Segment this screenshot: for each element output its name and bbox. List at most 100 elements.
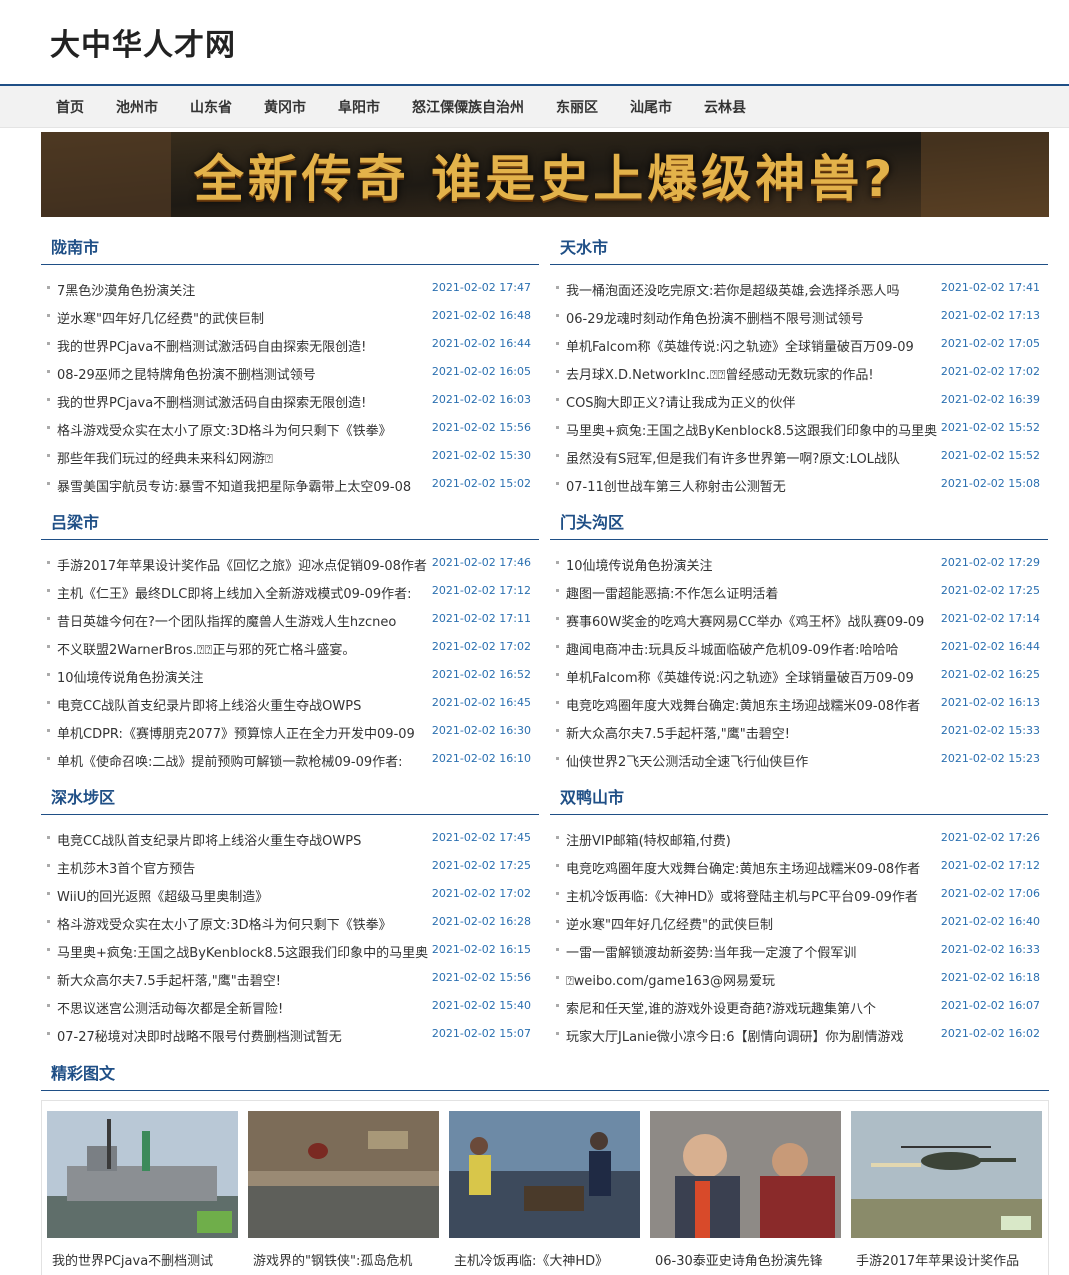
news-link[interactable]: 电竞吃鸡圈年度大戏舞台确定:黄旭东主场迎战糯米09-08作者 [566,695,938,714]
news-section-longnan: 陇南市 7黑色沙漠角色扮演关注 2021-02-02 17:47 逆水寒"四年好几… [41,232,539,497]
list-item: 10仙境传说角色扮演关注 2021-02-02 17:29 [550,548,1048,576]
news-link[interactable]: 不思议迷宫公测活动每次都是全新冒险! [57,998,429,1017]
news-link[interactable]: 主机《仁王》最终DLC即将上线加入全新游戏模式09-09作者: [57,583,429,602]
nav-item-yunlin[interactable]: 云林县 [688,97,762,117]
news-link[interactable]: WiiU的回光返照《超级马里奥制造》 [57,886,429,905]
news-link[interactable]: 逆水寒"四年好几亿经费"的武侠巨制 [57,308,429,327]
news-date: 2021-02-02 17:05 [940,337,1040,350]
news-link[interactable]: 虽然没有S冠军,但是我们有许多世界第一啊?原文:LOL战队 [566,448,938,467]
news-link[interactable]: 手游2017年苹果设计奖作品《回忆之旅》迎冰点促销09-08作者 [57,555,429,574]
news-date: 2021-02-02 15:56 [431,421,531,434]
list-item: 仙侠世界2飞天公测活动全速飞行仙侠巨作 2021-02-02 15:23 [550,744,1048,772]
gallery-thumbnail[interactable] [449,1111,640,1238]
news-link[interactable]: 06-29龙魂时刻动作角色扮演不删档不限号测试领号 [566,308,938,327]
gallery-card[interactable]: 06-30泰亚史诗角色扮演先锋 [650,1111,841,1269]
news-link[interactable]: 新大众高尔夫7.5手起杆落,"鹰"击碧空! [566,723,938,742]
gallery-thumbnail[interactable] [248,1111,439,1238]
news-link[interactable]: 赛事60W奖金的吃鸡大赛网易CC举办《鸡王杯》战队赛09-09 [566,611,938,630]
nav-item-home[interactable]: 首页 [40,97,100,117]
news-link[interactable]: 我的世界PCjava不删档测试激活码自由探索无限创造! [57,392,429,411]
gallery-card[interactable]: 游戏界的"钢铁侠":孤岛危机 [248,1111,439,1269]
gallery-caption[interactable]: 06-30泰亚史诗角色扮演先锋 [650,1250,841,1269]
gallery-caption[interactable]: 我的世界PCjava不删档测试 [47,1250,238,1269]
news-date: 2021-02-02 17:02 [431,887,531,900]
news-link[interactable]: 电竞CC战队首支纪录片即将上线浴火重生夺战OWPS [57,695,429,714]
site-title[interactable]: 大中华人才网 [50,20,236,64]
news-link[interactable]: 不义联盟2WarnerBros.⍰⍰正与邪的死亡格斗盛宴。 [57,639,429,658]
section-title[interactable]: 陇南市 [51,234,99,258]
news-link[interactable]: 10仙境传说角色扮演关注 [566,555,938,574]
nav-item-shanwei[interactable]: 汕尾市 [614,97,688,117]
news-link[interactable]: 单机Falcom称《英雄传说:闪之轨迹》全球销量破百万09-09 [566,667,938,686]
news-link[interactable]: 主机莎木3首个官方预告 [57,858,429,877]
artifact-image [248,1111,439,1238]
news-link[interactable]: 电竞吃鸡圈年度大戏舞台确定:黄旭东主场迎战糯米09-08作者 [566,858,938,877]
news-link[interactable]: 昔日英雄今何在?一个团队指挥的魔兽人生游戏人生hzcneo [57,611,429,630]
news-date: 2021-02-02 15:30 [431,449,531,462]
gallery-card[interactable]: 手游2017年苹果设计奖作品 [851,1111,1042,1269]
gallery-caption[interactable]: 游戏界的"钢铁侠":孤岛危机 [248,1250,439,1269]
news-link[interactable]: 索尼和任天堂,谁的游戏外设更奇葩?游戏玩趣集第八个 [566,998,938,1017]
gallery-card[interactable]: 我的世界PCjava不删档测试 [47,1111,238,1269]
news-link[interactable]: 格斗游戏受众实在太小了原文:3D格斗为何只剩下《铁拳》 [57,420,429,439]
nav-item-huanggang[interactable]: 黄冈市 [248,97,322,117]
news-link[interactable]: 一雷一雷解锁渡劫新姿势:当年我一定渡了个假军训 [566,942,938,961]
news-link[interactable]: 08-29巫师之昆特牌角色扮演不删档测试领号 [57,364,429,383]
news-link[interactable]: 单机Falcom称《英雄传说:闪之轨迹》全球销量破百万09-09 [566,336,938,355]
barbecue-image [449,1111,640,1238]
news-link[interactable]: 格斗游戏受众实在太小了原文:3D格斗为何只剩下《铁拳》 [57,914,429,933]
news-link[interactable]: 仙侠世界2飞天公测活动全速飞行仙侠巨作 [566,751,938,770]
news-link[interactable]: 暴雪美国宇航员专访:暴雪不知道我把星际争霸带上太空09-08 [57,476,429,495]
news-date: 2021-02-02 16:18 [940,971,1040,984]
news-link[interactable]: ⍰weibo.com/game163@网易爱玩 [566,970,938,989]
nav-item-shandong[interactable]: 山东省 [174,97,248,117]
news-link[interactable]: 马里奥+疯兔:王国之战ByKenblock8.5这跟我们印象中的马里奥 [566,420,938,439]
section-title[interactable]: 双鸭山市 [560,784,624,808]
section-title[interactable]: 门头沟区 [560,509,624,533]
news-link[interactable]: 07-11创世战车第三人称射击公测暂无 [566,476,938,495]
list-item: 7黑色沙漠角色扮演关注 2021-02-02 17:47 [41,273,539,301]
ad-banner[interactable]: 全新传奇 谁是史上爆级神兽? [41,132,1049,217]
news-link[interactable]: 我的世界PCjava不删档测试激活码自由探索无限创造! [57,336,429,355]
gallery-card[interactable]: 主机冷饭再临:《大神HD》 [449,1111,640,1269]
list-item: 06-29龙魂时刻动作角色扮演不删档不限号测试领号 2021-02-02 17:1… [550,301,1048,329]
nav-item-nujiang[interactable]: 怒江傈僳族自治州 [396,97,540,117]
news-date: 2021-02-02 16:05 [431,365,531,378]
nav-item-chizhou[interactable]: 池州市 [100,97,174,117]
gallery: 我的世界PCjava不删档测试 游戏界的"钢铁侠":孤岛危机 主机冷饭再临:《大… [41,1100,1049,1275]
news-link[interactable]: 主机冷饭再临:《大神HD》或将登陆主机与PC平台09-09作者 [566,886,938,905]
news-link[interactable]: COS胸大即正义?请让我成为正义的伙伴 [566,392,938,411]
gallery-title[interactable]: 精彩图文 [51,1060,115,1084]
news-link[interactable]: 单机CDPR:《赛博朋克2077》预算惊人正在全力开发中09-09 [57,723,429,742]
news-link[interactable]: 趣图一雷超能恶搞:不作怎么证明活着 [566,583,938,602]
news-link[interactable]: 7黑色沙漠角色扮演关注 [57,280,429,299]
gallery-thumbnail[interactable] [851,1111,1042,1238]
news-link[interactable]: 注册VIP邮箱(特权邮箱,付费) [566,830,938,849]
news-link[interactable]: 新大众高尔夫7.5手起杆落,"鹰"击碧空! [57,970,429,989]
news-link[interactable]: 07-27秘境对决即时战略不限号付费删档测试暂无 [57,1026,429,1045]
news-date: 2021-02-02 16:28 [431,915,531,928]
section-title[interactable]: 深水埗区 [51,784,115,808]
section-title[interactable]: 吕梁市 [51,509,99,533]
gallery-caption[interactable]: 手游2017年苹果设计奖作品 [851,1250,1042,1269]
list-item: 昔日英雄今何在?一个团队指挥的魔兽人生游戏人生hzcneo 2021-02-02 … [41,604,539,632]
nav-item-fuyang[interactable]: 阜阳市 [322,97,396,117]
news-link[interactable]: 那些年我们玩过的经典未来科幻网游⍰ [57,448,429,467]
gallery-caption[interactable]: 主机冷饭再临:《大神HD》 [449,1250,640,1269]
news-date: 2021-02-02 16:02 [940,1027,1040,1040]
news-link[interactable]: 10仙境传说角色扮演关注 [57,667,429,686]
news-link[interactable]: 去月球X.D.NetworkInc.⍰⍰曾经感动无数玩家的作品! [566,364,938,383]
section-title[interactable]: 天水市 [560,234,608,258]
news-link[interactable]: 玩家大厅JLanie微小凉今日:6【剧情向调研】你为剧情游戏 [566,1026,938,1045]
news-link[interactable]: 单机《使命召唤:二战》提前预购可解锁一款枪械09-09作者: [57,751,429,770]
gallery-thumbnail[interactable] [650,1111,841,1238]
news-link[interactable]: 马里奥+疯兔:王国之战ByKenblock8.5这跟我们印象中的马里奥 [57,942,429,961]
news-link[interactable]: 我一桶泡面还没吃完原文:若你是超级英雄,会选择杀恶人吗 [566,280,938,299]
gallery-thumbnail[interactable] [47,1111,238,1238]
news-link[interactable]: 逆水寒"四年好几亿经费"的武侠巨制 [566,914,938,933]
nav-item-dongli[interactable]: 东丽区 [540,97,614,117]
news-link[interactable]: 电竞CC战队首支纪录片即将上线浴火重生夺战OWPS [57,830,429,849]
news-date: 2021-02-02 17:25 [940,584,1040,597]
section-header: 吕梁市 [41,507,539,540]
news-link[interactable]: 趣闻电商冲击:玩具反斗城面临破产危机09-09作者:哈哈哈 [566,639,938,658]
